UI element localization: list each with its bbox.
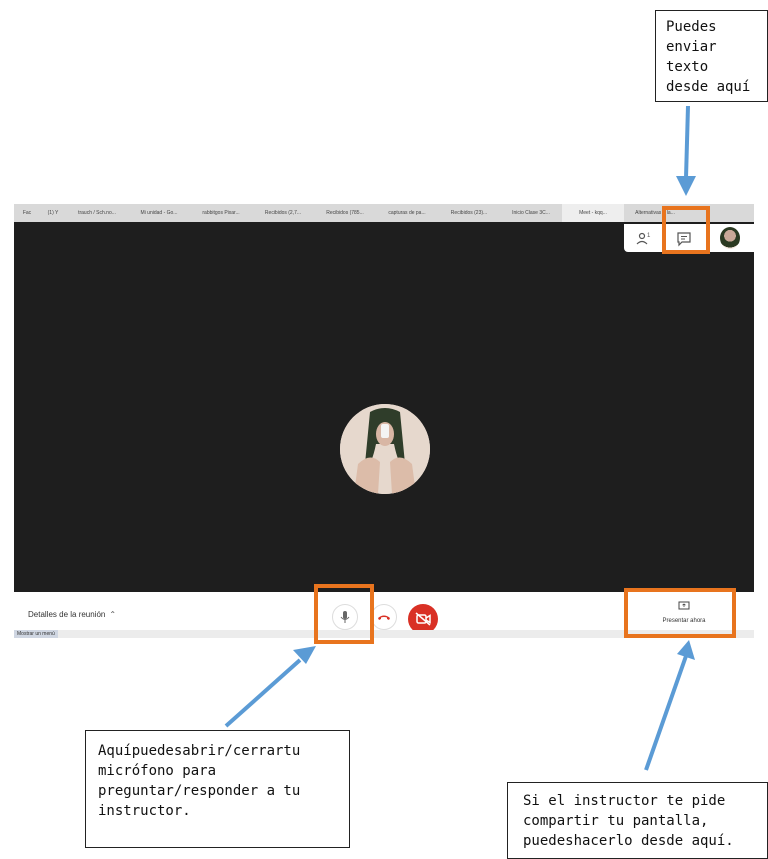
arrow-to-chat [676,105,696,196]
annotation-arrows [224,105,696,771]
arrow-to-present [644,640,695,771]
arrow-to-microphone [224,646,316,728]
